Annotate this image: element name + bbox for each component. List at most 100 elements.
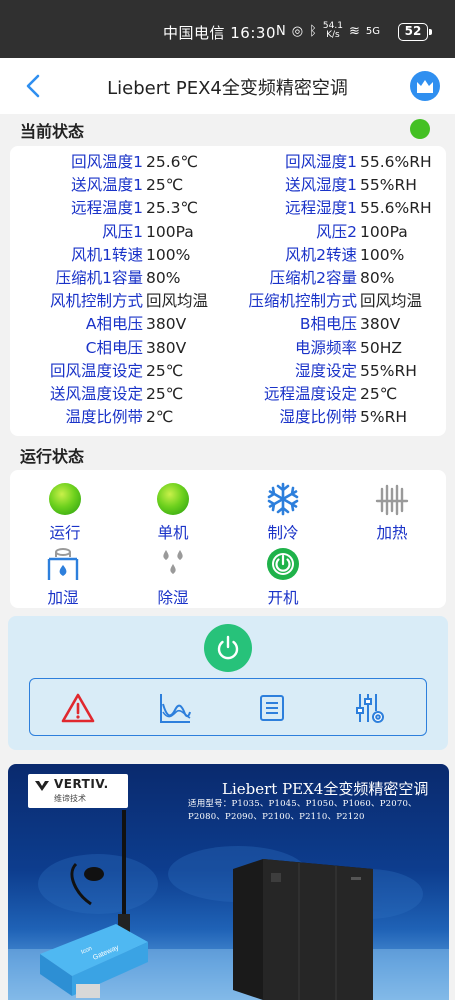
run-state-running: 运行 [20, 481, 110, 543]
run-state-humidifying: 加湿 [18, 546, 108, 608]
heater-icon [375, 484, 409, 516]
status-row: 风压1 100Pa 风压2 100Pa [10, 221, 446, 244]
product-banner: VERTIV. 维谛技术 Liebert PEX4全变频精密空调 适用型号：P1… [8, 764, 449, 1000]
current-status-card: 回风温度1 25.6℃ 回风湿度1 55.6%RH 送风温度1 25℃ 送风湿度1 55%RH… [10, 146, 446, 436]
run-status-card: 运行 单机 制冷 加热 加湿 除湿 开机 [10, 470, 446, 608]
status-label: 压缩机1容量 [55, 269, 143, 287]
status-row: 远程温度1 25.3℃ 远程湿度1 55.6%RH [10, 197, 446, 220]
run-state-cooling: 制冷 [238, 481, 328, 543]
power-button[interactable] [204, 624, 252, 672]
status-label: 湿度比例带 [279, 408, 357, 427]
status-value: 55%RH [360, 176, 417, 195]
trend-chart-icon [160, 694, 191, 723]
status-value: 80% [146, 269, 181, 287]
green-ball-icon [49, 483, 81, 515]
vip-button[interactable] [410, 71, 440, 101]
status-label: 风压1 [102, 222, 143, 241]
status-label: 湿度设定 [294, 361, 357, 380]
status-label: 温度比例带 [65, 408, 143, 427]
humidifier-icon [47, 548, 79, 580]
log-list-icon [260, 695, 284, 721]
net-speed: 54.1 K/s [322, 21, 343, 40]
status-label: 风机控制方式 [49, 292, 143, 311]
status-label: A相电压 [85, 315, 143, 334]
status-value: 25℃ [146, 361, 184, 380]
nav-bar: Liebert PEX4全变频精密空调 [0, 58, 455, 114]
status-row: 回风温度1 25.6℃ 回风湿度1 55.6%RH [10, 151, 446, 174]
status-label: 风压2 [316, 222, 357, 241]
alarm-button[interactable] [61, 691, 95, 725]
settings-button[interactable] [353, 691, 387, 725]
status-row: A相电压 380V B相电压 380V [10, 313, 446, 336]
ac-cabinet-image [233, 859, 373, 1000]
carrier-time: 中国电信 16:30 [163, 24, 276, 42]
status-value: 100% [360, 245, 405, 264]
vertiv-logo: VERTIV. 维谛技术 [28, 774, 128, 808]
status-value: 55%RH [360, 361, 417, 380]
status-value: 回风均温 [360, 292, 423, 311]
status-row: 送风温度设定 25℃ 远程温度设定 25℃ [10, 383, 446, 406]
settings-sliders-icon [356, 694, 384, 723]
status-label: 远程温度设定 [263, 385, 357, 403]
trend-button[interactable] [158, 691, 192, 725]
run-state-dehumidifying: 除湿 [128, 546, 218, 608]
status-value: 380V [146, 338, 187, 357]
status-value: 25.6℃ [146, 153, 198, 171]
status-label: 远程温度1 [71, 199, 143, 218]
gateway-device-image: Gateway Icon [40, 810, 148, 998]
status-label: 回风温度设定 [49, 361, 143, 380]
system-status-bar: 中国电信 16:30 N ◎ ᛒ 54.1 K/s ≋ 5G 52 [0, 0, 455, 58]
status-icons: N ◎ ᛒ 54.1 K/s ≋ 5G [276, 22, 380, 40]
current-status-title: 当前状态 [20, 122, 85, 141]
status-value: 25℃ [360, 385, 398, 403]
status-value: 25.3℃ [146, 199, 198, 218]
status-value: 25℃ [146, 385, 184, 403]
tool-bar [29, 678, 427, 736]
power-on-icon [267, 548, 299, 580]
status-row: 回风温度设定 25℃ 湿度设定 55%RH [10, 360, 446, 383]
nfc-icon: N [276, 23, 286, 39]
run-state-heating: 加热 [347, 481, 437, 543]
status-label: 风机2转速 [285, 245, 357, 264]
bluetooth-icon: ᛒ [309, 23, 317, 39]
power-icon [217, 635, 239, 660]
mute-icon: ◎ [291, 23, 304, 39]
banner-title: Liebert PEX4全变频精密空调 [222, 780, 429, 798]
status-value: 100Pa [360, 222, 408, 241]
status-label: 回风湿度1 [285, 153, 357, 171]
status-row: 温度比例带 2℃ 湿度比例带 5%RH [10, 406, 446, 429]
status-value: 回风均温 [146, 292, 209, 311]
status-row: 风机1转速 100% 风机2转速 100% [10, 244, 446, 267]
status-value: 100Pa [146, 222, 194, 241]
status-row: 风机控制方式 回风均温 压缩机控制方式 回风均温 [10, 290, 446, 313]
battery-indicator: 52 [398, 23, 432, 41]
green-ball-icon [157, 483, 189, 515]
status-value: 380V [146, 315, 187, 334]
run-state-power-on: 开机 [238, 546, 328, 608]
status-value: 55.6%RH [360, 153, 432, 171]
banner-models: 适用型号：P1035、P1045、P1050、P1060、P2070、P2080… [188, 799, 417, 822]
crown-icon [417, 80, 433, 93]
status-row: 送风温度1 25℃ 送风湿度1 55%RH [10, 174, 446, 197]
status-label: 风机1转速 [71, 245, 143, 264]
status-value: 80% [360, 269, 395, 287]
run-state-standalone: 单机 [128, 481, 218, 543]
control-panel [8, 616, 448, 750]
status-label: 回风温度1 [71, 153, 143, 171]
status-label: 电源频率 [294, 338, 357, 357]
status-value: 5%RH [360, 408, 408, 427]
status-label: B相电压 [299, 315, 357, 334]
log-button[interactable] [255, 691, 289, 725]
signal-icon: 5G [365, 25, 380, 37]
status-label: 远程湿度1 [285, 199, 357, 218]
status-value: 55.6%RH [360, 199, 432, 218]
status-label: 送风温度1 [71, 176, 143, 195]
alarm-icon [61, 693, 95, 723]
snowflake-icon [267, 482, 299, 516]
run-status-title: 运行状态 [20, 447, 85, 466]
status-row: 压缩机1容量 80% 压缩机2容量 80% [10, 267, 446, 290]
status-value: 25℃ [146, 176, 184, 195]
online-status-indicator [410, 119, 430, 139]
vertiv-mark-icon [35, 781, 49, 791]
droplets-icon [163, 550, 183, 574]
